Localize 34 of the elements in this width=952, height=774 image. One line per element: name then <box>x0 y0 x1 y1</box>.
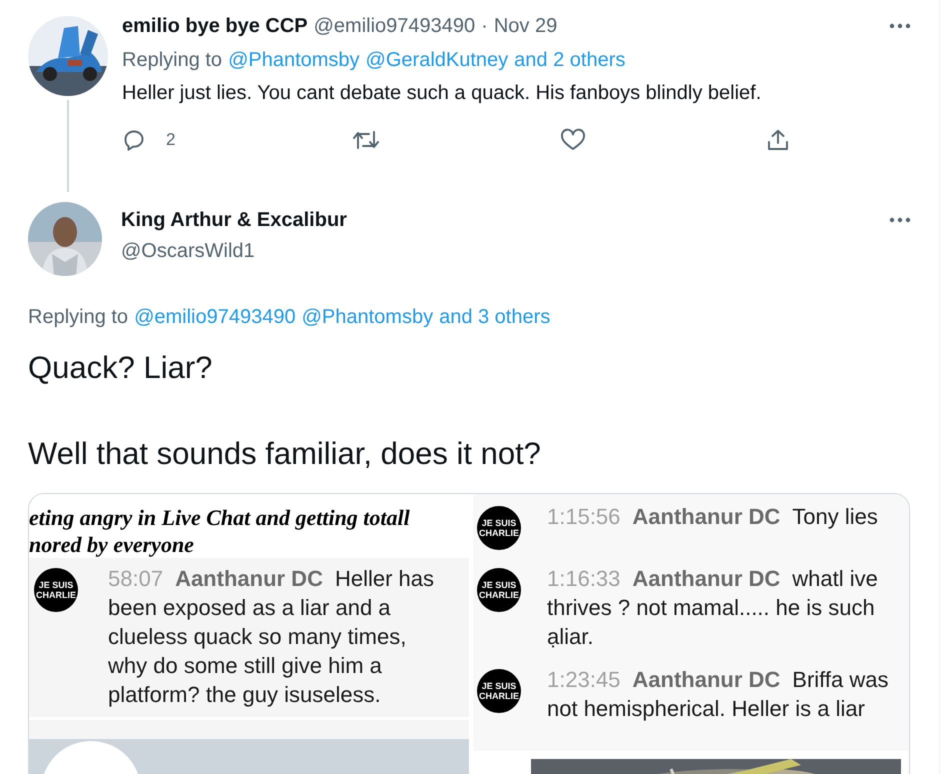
author-handle[interactable]: @emilio97493490 <box>314 14 476 38</box>
tweet-text: Heller just lies. You cant debate such a quack. His fanboys blindly belief. <box>122 81 762 106</box>
caption-text: eting angry in Live Chat and getting totall <box>29 504 410 531</box>
heart-icon[interactable] <box>560 128 586 152</box>
avatar-badge: JE SUIS CHARLIE <box>34 568 78 612</box>
mention-link[interactable]: @GeraldKutney <box>366 48 508 72</box>
reply-icon[interactable] <box>122 128 146 152</box>
tweet-text: Quack? Liar? <box>28 349 212 387</box>
mention-link[interactable]: @Phantomsby <box>228 48 360 72</box>
chat-message: 1:23:45 Aanthanur DC Briffa was not hemispherical. Heller is a liar <box>547 666 890 723</box>
share-icon[interactable] <box>766 128 790 152</box>
chat-message: 1:15:56 Aanthanur DC Tony lies <box>547 503 878 531</box>
avatar-badge: JE SUIS CHARLIE <box>477 669 521 713</box>
author-name[interactable]: King Arthur & Excalibur <box>121 208 347 232</box>
author-name[interactable]: emilio bye bye CCP <box>122 14 308 38</box>
more-icon[interactable] <box>889 217 911 223</box>
more-icon[interactable] <box>889 23 911 29</box>
mention-link[interactable]: @Phantomsby <box>302 305 434 329</box>
avatar-badge: JE SUIS CHARLIE <box>477 506 521 550</box>
retweet-icon[interactable] <box>352 128 380 152</box>
replying-label: Replying to <box>28 305 128 329</box>
avatar-badge: JE SUIS CHARLIE <box>477 568 521 612</box>
author-handle[interactable]: @OscarsWild1 <box>121 239 255 263</box>
chat-message: 58:07 Aanthanur DC Heller has been exposed as a liar and a clueless quack so many times, why do some still give him a platform? the guy isuseless. <box>108 565 435 709</box>
chat-message: 1:16:33 Aanthanur DC whatl ive thrives ? not mamal..... he is such ạliar. <box>547 565 879 651</box>
separator: · <box>481 14 488 38</box>
mention-link[interactable]: and 3 others <box>439 305 550 329</box>
reply-count: 2 <box>166 129 176 152</box>
tweet-text: Well that sounds familiar, does it not? <box>28 435 541 473</box>
mention-link[interactable]: @emilio97493490 <box>134 305 296 329</box>
tweet-date[interactable]: Nov 29 <box>494 14 558 38</box>
mention-link[interactable]: and 2 others <box>514 48 626 72</box>
replying-label: Replying to <box>122 48 222 72</box>
caption-text: nored by everyone <box>29 531 194 558</box>
